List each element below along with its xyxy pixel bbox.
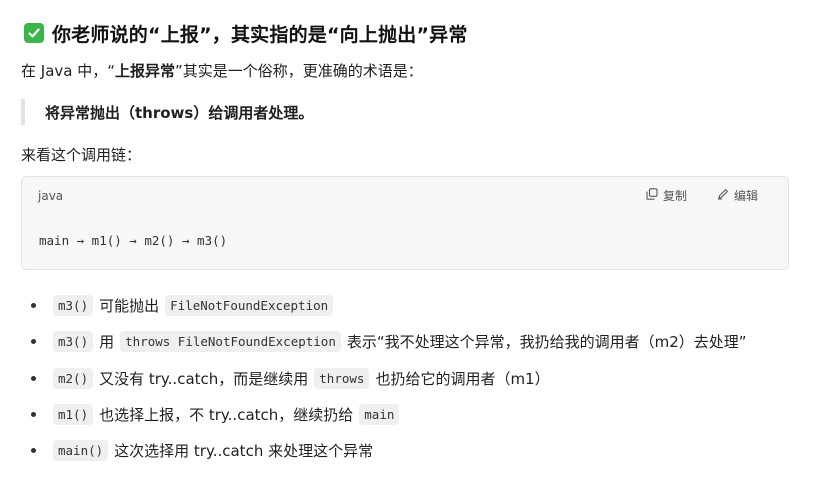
chain-intro: 来看这个调用链： bbox=[21, 146, 142, 164]
section-heading: 你老师说的“上报”，其实指的是“向上抛出”异常 bbox=[24, 18, 468, 48]
list-item-text: 用 bbox=[99, 332, 115, 351]
edit-icon bbox=[717, 188, 729, 203]
inline-code: main() bbox=[53, 439, 109, 461]
inline-code: m1() bbox=[53, 403, 94, 425]
code-line: main → m1() → m2() → m3() bbox=[39, 233, 228, 248]
list-item-text: 表示“我不处理这个异常，我扔给我的调用者（m2）去处理” bbox=[346, 332, 747, 351]
blockquote: 将异常抛出（throws）给调用者处理。 bbox=[21, 99, 313, 125]
inline-code: m2() bbox=[53, 367, 94, 389]
list-item-text: 也扔给它的调用者（m1） bbox=[375, 369, 550, 388]
list-item: m1() 也选择上报，不 try..catch，继续扔给 main bbox=[21, 401, 400, 427]
inline-code: main bbox=[359, 403, 400, 425]
list-item: m3() 可能抛出 FileNotFoundException bbox=[21, 292, 334, 318]
bullet-dot bbox=[31, 302, 36, 308]
inline-code: m3() bbox=[53, 294, 94, 316]
bullet-dot bbox=[31, 338, 36, 344]
list-item-text: 可能抛出 bbox=[99, 296, 160, 315]
code-actions: 复制 编辑 bbox=[646, 187, 758, 204]
heading-text: 你老师说的“上报”，其实指的是“向上抛出”异常 bbox=[52, 23, 468, 46]
checkmark-box-icon bbox=[24, 23, 44, 43]
copy-button[interactable]: 复制 bbox=[646, 187, 687, 204]
inline-code: m3() bbox=[53, 330, 94, 352]
intro-bold-term: 上报异常 bbox=[115, 62, 176, 80]
bullet-dot bbox=[31, 447, 36, 453]
list-item-text: 又没有 try..catch，而是继续用 bbox=[99, 369, 309, 388]
intro-paragraph: 在 Java 中，“上报异常”其实是一个俗称，更准确的术语是： bbox=[21, 60, 423, 82]
list-item-text: 这次选择用 try..catch 来处理这个异常 bbox=[114, 441, 374, 460]
inline-code: throws bbox=[314, 367, 370, 389]
copy-icon bbox=[646, 188, 658, 203]
code-block: java 复制 编辑 main → m1() → m2() → m3() bbox=[21, 176, 789, 270]
intro-suffix: ”其实是一个俗称，更准确的术语是： bbox=[175, 62, 423, 80]
copy-label: 复制 bbox=[662, 189, 687, 203]
list-item: main() 这次选择用 try..catch 来处理这个异常 bbox=[21, 437, 373, 463]
edit-label: 编辑 bbox=[733, 189, 758, 203]
bullet-dot bbox=[31, 411, 36, 417]
list-item-text: 也选择上报，不 try..catch，继续扔给 bbox=[99, 405, 354, 424]
list-item: m2() 又没有 try..catch，而是继续用 throws 也扔给它的调用… bbox=[21, 365, 550, 391]
edit-button[interactable]: 编辑 bbox=[717, 187, 758, 204]
inline-code: FileNotFoundException bbox=[165, 294, 334, 316]
code-language-label: java bbox=[38, 189, 64, 203]
bullet-dot bbox=[31, 375, 36, 381]
inline-code: throws FileNotFoundException bbox=[120, 330, 341, 352]
intro-prefix: 在 Java 中，“ bbox=[21, 62, 115, 80]
list-item: m3() 用 throws FileNotFoundException 表示“我… bbox=[21, 328, 747, 354]
blockquote-text: 将异常抛出（throws）给调用者处理。 bbox=[45, 103, 314, 122]
